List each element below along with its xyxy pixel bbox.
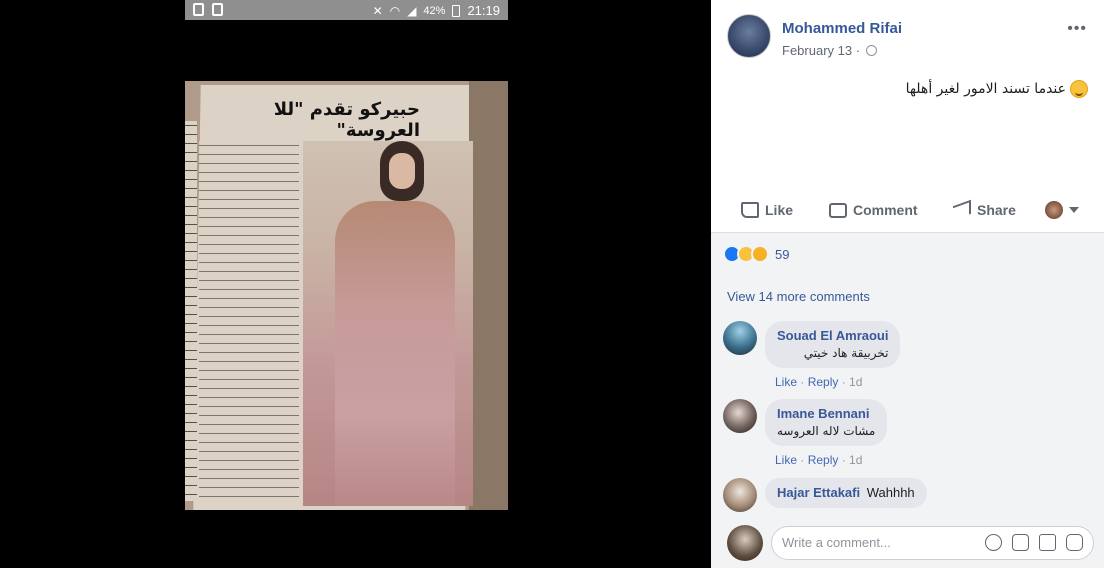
comment-meta: Like · Reply · 1d <box>775 453 863 467</box>
wifi-icon: ◠ <box>389 3 401 18</box>
post-side-panel: Mohammed Rifai February 13 · ••• عندما ت… <box>711 0 1104 568</box>
comment-like-link[interactable]: Like <box>775 375 797 389</box>
like-button[interactable]: Like <box>741 202 793 218</box>
phone-clock: 21:19 <box>467 3 500 18</box>
post-date[interactable]: February 13 · <box>782 43 878 58</box>
article-text-column <box>199 141 299 501</box>
comment-reply-link[interactable]: Reply <box>808 453 839 467</box>
newspaper-headline: حبيركو تقدم "للا العروسة" <box>273 99 420 141</box>
post-text: عندما تسند الامور لغير أهلها <box>906 80 1088 98</box>
notification-icon <box>193 3 204 16</box>
battery-percent: 42% <box>423 4 446 17</box>
comment-bubble: Hajar Ettakafi Wahhhh <box>765 478 927 508</box>
commenter-name[interactable]: Souad El Amraoui <box>777 328 888 343</box>
comment-like-link[interactable]: Like <box>775 453 797 467</box>
view-more-comments[interactable]: View 14 more comments <box>727 289 870 304</box>
post-actions: Like Comment Share <box>727 192 1089 228</box>
reaction-picker[interactable] <box>1045 201 1079 219</box>
globe-icon <box>866 45 878 56</box>
comment-text: مشات لاله العروسه <box>777 424 876 438</box>
commenter-avatar[interactable] <box>723 399 757 433</box>
photo-viewer: ✕ ◠ ◢ 42% 21:19 حبيركو تقدم "للا العروسة… <box>0 0 711 568</box>
comment-input[interactable] <box>782 535 972 550</box>
comment-time[interactable]: 1d <box>849 375 862 389</box>
comment-text: Wahhhh <box>866 485 915 500</box>
commenter-name[interactable]: Hajar Ettakafi <box>777 485 860 500</box>
comment-time[interactable]: 1d <box>849 453 862 467</box>
post-photo[interactable]: حبيركو تقدم "للا العروسة" <box>185 81 508 510</box>
comment-bubble-icon <box>829 202 847 218</box>
clipboard-icon <box>212 3 223 16</box>
user-avatar <box>1045 201 1063 219</box>
more-options-button[interactable]: ••• <box>1067 20 1087 38</box>
comment-meta: Like · Reply · 1d <box>775 375 863 389</box>
camera-icon[interactable] <box>1012 534 1029 551</box>
phone-status-bar: ✕ ◠ ◢ 42% 21:19 <box>185 0 508 20</box>
commenter-avatar[interactable] <box>723 478 757 512</box>
smile-emoji-icon <box>1070 80 1088 98</box>
thumbs-up-icon <box>741 202 759 218</box>
mute-icon: ✕ <box>372 3 383 18</box>
reactions-summary[interactable]: 59 <box>723 245 789 263</box>
comment-bubble: Souad El Amraoui تخربيقة هاد خيتي <box>765 321 901 368</box>
comment-text: تخربيقة هاد خيتي <box>803 346 889 360</box>
share-button[interactable]: Share <box>953 199 1016 221</box>
author-avatar[interactable] <box>727 14 771 58</box>
signal-icon: ◢ <box>407 3 417 18</box>
emoji-icon[interactable] <box>985 534 1002 551</box>
comment-composer <box>711 518 1104 568</box>
dress-figure <box>335 201 455 506</box>
caret-down-icon <box>1069 207 1079 213</box>
wow-reaction-icon <box>751 245 769 263</box>
author-name[interactable]: Mohammed Rifai <box>782 20 902 37</box>
reaction-count[interactable]: 59 <box>775 247 789 262</box>
sticker-icon[interactable] <box>1066 534 1083 551</box>
comment-bubble: Imane Bennani مشات لاله العروسه <box>765 399 888 446</box>
comment-reply-link[interactable]: Reply <box>808 375 839 389</box>
comment-box[interactable] <box>771 526 1094 560</box>
current-user-avatar <box>727 525 763 561</box>
commenter-avatar[interactable] <box>723 321 757 355</box>
share-arrow-icon <box>953 199 971 221</box>
post-header: Mohammed Rifai February 13 · ••• <box>727 14 1097 64</box>
gif-icon[interactable] <box>1039 534 1056 551</box>
battery-icon <box>452 4 461 17</box>
commenter-name[interactable]: Imane Bennani <box>777 406 875 421</box>
comment-button[interactable]: Comment <box>829 202 918 218</box>
